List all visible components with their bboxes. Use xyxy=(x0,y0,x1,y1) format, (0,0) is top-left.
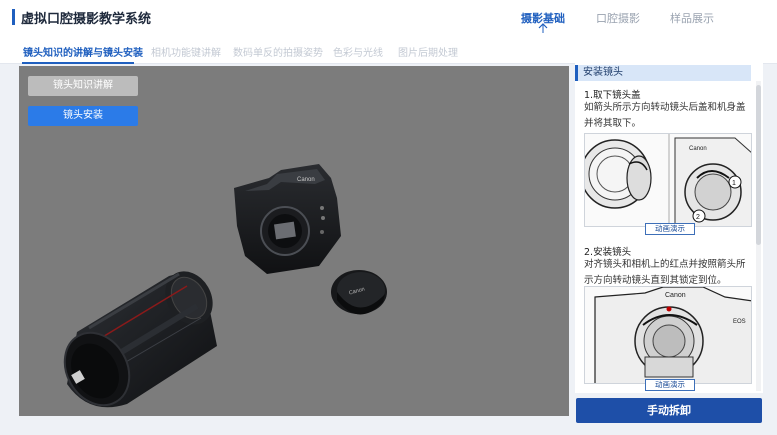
subtab-camera-buttons[interactable]: 相机功能键讲解 xyxy=(151,44,221,59)
lens-knowledge-button[interactable]: 镜头知识讲解 xyxy=(28,76,138,96)
panel-title: 安装镜头 xyxy=(575,65,751,81)
camera-body-cap[interactable]: Canon xyxy=(331,270,387,315)
remove-cap-illustration: Canon 1 2 xyxy=(585,134,751,226)
step-1-description: 如箭头所示方向转动镜头后盖和机身盖并将其取下。 xyxy=(584,102,746,129)
svg-text:EOS: EOS xyxy=(733,319,746,325)
step-2-description: 对齐镜头和相机上的红点并按照箭头所示方向转动镜头直到其锁定到位。 xyxy=(584,259,746,286)
svg-text:Canon: Canon xyxy=(665,292,686,299)
camera-body[interactable]: Canon xyxy=(234,164,341,274)
panel-scrollbar[interactable] xyxy=(756,81,761,391)
svg-text:Canon: Canon xyxy=(297,177,315,183)
instruction-panel: 安装镜头 1.取下镜头盖 如箭头所示方向转动镜头后盖和机身盖并将其取下。 Can… xyxy=(575,63,763,393)
subtab-shooting-posture[interactable]: 数码单反的拍摄姿势 xyxy=(233,44,323,59)
step-2-title: 2.安装镜头 xyxy=(584,247,632,258)
step-2-animation-button[interactable]: 动画演示 xyxy=(645,379,695,391)
svg-text:2: 2 xyxy=(696,214,700,221)
step-2-illustration: Canon EOS xyxy=(584,286,752,384)
camera-lens[interactable] xyxy=(52,263,222,416)
active-subtab-underline xyxy=(22,62,134,64)
subtab-color-light[interactable]: 色彩与光线 xyxy=(333,44,383,59)
step-1-animation-button[interactable]: 动画演示 xyxy=(645,223,695,235)
manual-disassemble-button[interactable]: 手动拆卸 xyxy=(576,398,762,423)
nav-tab-sample-display[interactable]: 样品展示 xyxy=(670,10,714,26)
subtab-post-processing[interactable]: 图片后期处理 xyxy=(398,44,458,59)
mount-lens-illustration: Canon EOS xyxy=(585,287,751,383)
nav-tab-oral-photography[interactable]: 口腔摄影 xyxy=(596,10,640,26)
svg-text:1: 1 xyxy=(732,180,736,187)
app-header: 虚拟口腔摄影教学系统 摄影基础 口腔摄影 样品展示 xyxy=(0,0,777,36)
step-1-title: 1.取下镜头盖 xyxy=(584,90,641,101)
app-title: 虚拟口腔摄影教学系统 xyxy=(21,12,152,27)
panel-scrollbar-thumb[interactable] xyxy=(756,85,761,245)
step-1-illustration: Canon 1 2 xyxy=(584,133,752,227)
active-tab-arrow-icon xyxy=(538,23,548,33)
title-accent-bar xyxy=(12,9,15,25)
sub-tab-bar: 镜头知识的讲解与镜头安装 相机功能键讲解 数码单反的拍摄姿势 色彩与光线 图片后… xyxy=(0,36,777,64)
subtab-lens-knowledge[interactable]: 镜头知识的讲解与镜头安装 xyxy=(23,44,143,59)
svg-text:Canon: Canon xyxy=(689,146,707,152)
3d-viewport[interactable]: Canon Canon 镜头知识讲解 镜头安装 xyxy=(19,66,569,416)
lens-install-button[interactable]: 镜头安装 xyxy=(28,106,138,126)
